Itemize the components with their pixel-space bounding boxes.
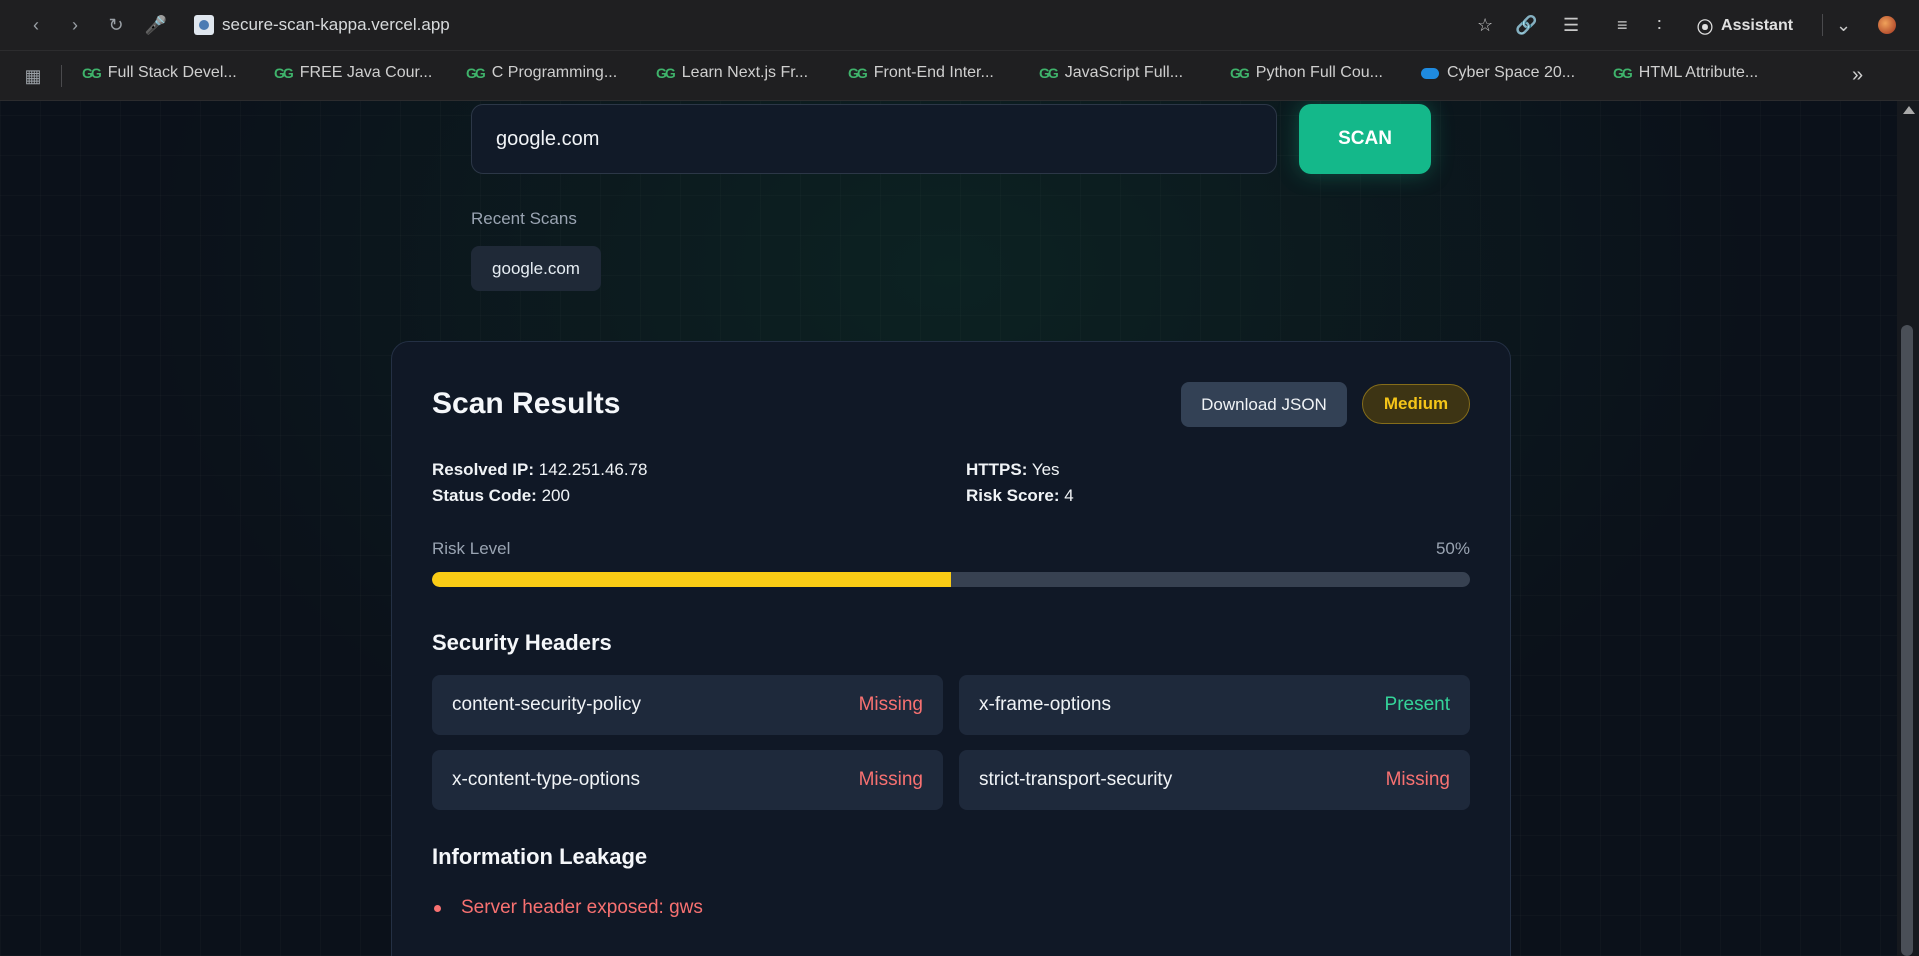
https-label: HTTPS: bbox=[966, 460, 1028, 479]
risk-progress-fill bbox=[432, 572, 951, 587]
recent-scan-chip[interactable]: google.com bbox=[471, 246, 601, 291]
leakage-text: Server header exposed: gws bbox=[461, 897, 703, 918]
risk-level-percent: 50% bbox=[1435, 539, 1470, 558]
scroll-up-icon[interactable] bbox=[1903, 106, 1915, 114]
bookmark-item[interactable]: GG HTML Attribute... bbox=[1613, 64, 1758, 82]
header-name: strict-transport-security bbox=[979, 769, 1173, 790]
bookmarks-divider bbox=[61, 65, 62, 87]
bookmark-label: C Programming... bbox=[491, 64, 618, 81]
header-row: x-content-type-options Missing bbox=[432, 750, 943, 810]
bookmark-item[interactable]: GG Front-End Inter... bbox=[848, 64, 994, 82]
assistant-icon: ⦿ bbox=[1697, 20, 1714, 37]
geeksforgeeks-icon: GG bbox=[1230, 65, 1250, 81]
status-code-value: 200 bbox=[541, 486, 570, 505]
risk-score-value: 4 bbox=[1064, 486, 1074, 505]
results-title: Scan Results bbox=[432, 387, 621, 420]
download-json-button[interactable]: Download JSON bbox=[1181, 382, 1347, 427]
risk-badge: Medium bbox=[1362, 384, 1470, 424]
resolved-ip-label: Resolved IP: bbox=[432, 460, 535, 479]
bookmark-label: Front-End Inter... bbox=[873, 64, 994, 81]
leakage-item: Server header exposed: gws bbox=[432, 897, 703, 919]
header-name: x-frame-options bbox=[979, 694, 1111, 715]
cloud-icon bbox=[1421, 67, 1439, 79]
toolbar-divider bbox=[1822, 14, 1823, 36]
header-row: content-security-policy Missing bbox=[432, 675, 943, 735]
header-status: Missing bbox=[1385, 769, 1450, 790]
audio-wave-icon[interactable]: ∶ bbox=[1657, 12, 1662, 38]
bookmark-label: JavaScript Full... bbox=[1064, 64, 1184, 81]
header-row: x-frame-options Present bbox=[959, 675, 1470, 735]
geeksforgeeks-icon: GG bbox=[82, 65, 102, 81]
resolved-ip-value: 142.251.46.78 bbox=[538, 460, 648, 479]
extensions-icon[interactable]: ☰ bbox=[1563, 12, 1579, 38]
apps-grid-icon[interactable]: ▦ bbox=[20, 63, 46, 89]
information-leakage-title: Information Leakage bbox=[432, 844, 648, 869]
star-icon[interactable]: ☆ bbox=[1477, 12, 1493, 38]
header-row: strict-transport-security Missing bbox=[959, 750, 1470, 810]
geeksforgeeks-icon: GG bbox=[1039, 65, 1059, 81]
assistant-label: Assistant bbox=[1721, 17, 1794, 34]
bookmark-item[interactable]: GG C Programming... bbox=[466, 64, 617, 82]
more-bookmarks-icon[interactable]: » bbox=[1852, 64, 1863, 87]
bookmark-item[interactable]: GG JavaScript Full... bbox=[1039, 64, 1183, 82]
domain-input[interactable]: google.com bbox=[471, 104, 1277, 174]
geeksforgeeks-icon: GG bbox=[1613, 65, 1633, 81]
resolved-ip: Resolved IP: 142.251.46.78 bbox=[432, 460, 648, 480]
bookmark-label: HTML Attribute... bbox=[1638, 64, 1759, 81]
header-name: x-content-type-options bbox=[452, 769, 640, 790]
bookmark-item[interactable]: GG Full Stack Devel... bbox=[82, 64, 237, 82]
bookmark-label: Python Full Cou... bbox=[1255, 64, 1383, 81]
geeksforgeeks-icon: GG bbox=[466, 65, 486, 81]
recent-scans-label: Recent Scans bbox=[471, 209, 577, 228]
page-content: google.com SCAN Recent Scans google.com … bbox=[0, 101, 1897, 956]
security-headers-title: Security Headers bbox=[432, 630, 612, 655]
https: HTTPS: Yes bbox=[966, 460, 1060, 480]
scrollbar-thumb[interactable] bbox=[1901, 325, 1913, 956]
header-status: Present bbox=[1384, 694, 1450, 715]
back-icon[interactable]: ‹ bbox=[23, 12, 49, 38]
bookmark-item[interactable]: Cyber Space 20... bbox=[1421, 64, 1575, 82]
risk-score-label: Risk Score: bbox=[966, 486, 1060, 505]
risk-progress-bar bbox=[432, 572, 1470, 587]
bookmark-label: Full Stack Devel... bbox=[107, 64, 237, 81]
geeksforgeeks-icon: GG bbox=[656, 65, 676, 81]
status-code: Status Code: 200 bbox=[432, 486, 570, 506]
scan-results-card: Scan Results Download JSON Medium Resolv… bbox=[391, 341, 1511, 956]
risk-level-label: Risk Level bbox=[432, 539, 511, 558]
header-status: Missing bbox=[858, 694, 923, 715]
bookmark-label: Learn Next.js Fr... bbox=[681, 64, 809, 81]
bookmark-item[interactable]: GG Python Full Cou... bbox=[1230, 64, 1383, 82]
bullet-icon bbox=[434, 904, 441, 912]
header-status: Missing bbox=[858, 769, 923, 790]
risk-score: Risk Score: 4 bbox=[966, 486, 1074, 506]
header-name: content-security-policy bbox=[452, 694, 642, 715]
reading-list-icon[interactable]: ≡ bbox=[1617, 12, 1628, 38]
microphone-icon[interactable]: 🎤 bbox=[143, 12, 169, 38]
status-code-label: Status Code: bbox=[432, 486, 537, 505]
address-bar[interactable]: secure-scan-kappa.vercel.app bbox=[222, 15, 450, 35]
bookmark-label: Cyber Space 20... bbox=[1447, 64, 1576, 81]
bookmark-item[interactable]: GG FREE Java Cour... bbox=[274, 64, 432, 82]
browser-toolbar: ‹ › ↻ 🎤 secure-scan-kappa.vercel.app ☆ 🔗… bbox=[0, 0, 1919, 50]
https-value: Yes bbox=[1031, 460, 1060, 479]
profile-avatar[interactable] bbox=[1876, 12, 1898, 38]
chevron-down-icon[interactable]: ⌄ bbox=[1836, 12, 1851, 38]
geeksforgeeks-icon: GG bbox=[848, 65, 868, 81]
assistant-button[interactable]: ⦿ Assistant bbox=[1697, 14, 1793, 38]
scan-button[interactable]: SCAN bbox=[1299, 104, 1431, 174]
link-icon[interactable]: 🔗 bbox=[1515, 12, 1537, 38]
site-favicon-icon bbox=[194, 15, 214, 35]
forward-icon[interactable]: › bbox=[62, 12, 88, 38]
geeksforgeeks-icon: GG bbox=[274, 65, 294, 81]
bookmark-item[interactable]: GG Learn Next.js Fr... bbox=[656, 64, 808, 82]
bookmark-label: FREE Java Cour... bbox=[299, 64, 433, 81]
reload-icon[interactable]: ↻ bbox=[103, 12, 129, 38]
